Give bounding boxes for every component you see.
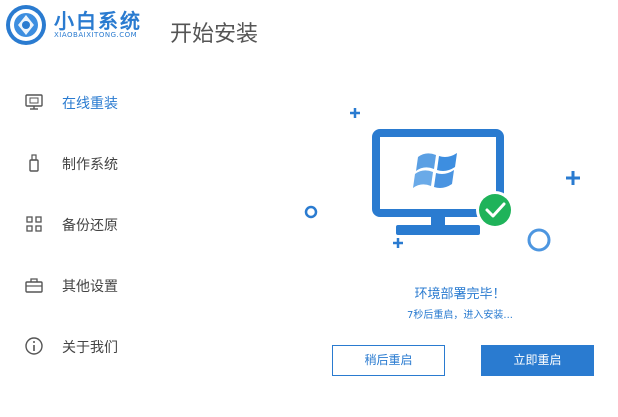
sidebar-item-about-us[interactable]: 关于我们: [0, 326, 180, 366]
success-check-icon: [476, 191, 514, 229]
sidebar-item-other-settings[interactable]: 其他设置: [0, 265, 180, 305]
status-title: 环境部署完毕！: [414, 287, 506, 302]
app-header: 小白系统 XIAOBAIXITONG.COM 开始安装: [0, 0, 618, 64]
sidebar: 在线重装 制作系统 备份还原 其他设置 关于我们: [0, 70, 180, 410]
install-illustration: [304, 108, 580, 252]
sidebar-item-label: 关于我们: [62, 340, 118, 356]
monitor-icon: [25, 94, 43, 110]
restart-later-button[interactable]: 稍后重启: [332, 345, 445, 376]
info-icon: [25, 337, 43, 355]
grid-icon: [26, 216, 42, 232]
status-subtitle: 7秒后重启，进入安装...: [407, 310, 513, 321]
plus-icon: [350, 108, 360, 118]
usb-drive-icon: [29, 154, 39, 172]
plus-icon: [566, 171, 580, 185]
restart-now-button[interactable]: 立即重启: [481, 345, 594, 376]
sidebar-item-label: 制作系统: [62, 157, 118, 173]
sidebar-item-label: 在线重装: [62, 96, 118, 112]
app-logo: [6, 5, 46, 45]
sidebar-item-label: 备份还原: [62, 218, 118, 234]
toolbox-icon: [25, 278, 43, 293]
ring-icon: [304, 205, 318, 219]
page-title: 开始安装: [170, 22, 259, 47]
sidebar-item-label: 其他设置: [62, 279, 118, 295]
brand-name: 小白系统: [54, 9, 142, 33]
sidebar-item-online-reinstall[interactable]: 在线重装: [0, 82, 180, 122]
brand-url: XIAOBAIXITONG.COM: [54, 31, 138, 39]
ring-icon: [527, 228, 551, 252]
sidebar-item-make-system[interactable]: 制作系统: [0, 143, 180, 183]
plus-icon: [393, 238, 403, 248]
sidebar-item-backup-restore[interactable]: 备份还原: [0, 204, 180, 244]
windows-logo-icon: [413, 153, 457, 188]
